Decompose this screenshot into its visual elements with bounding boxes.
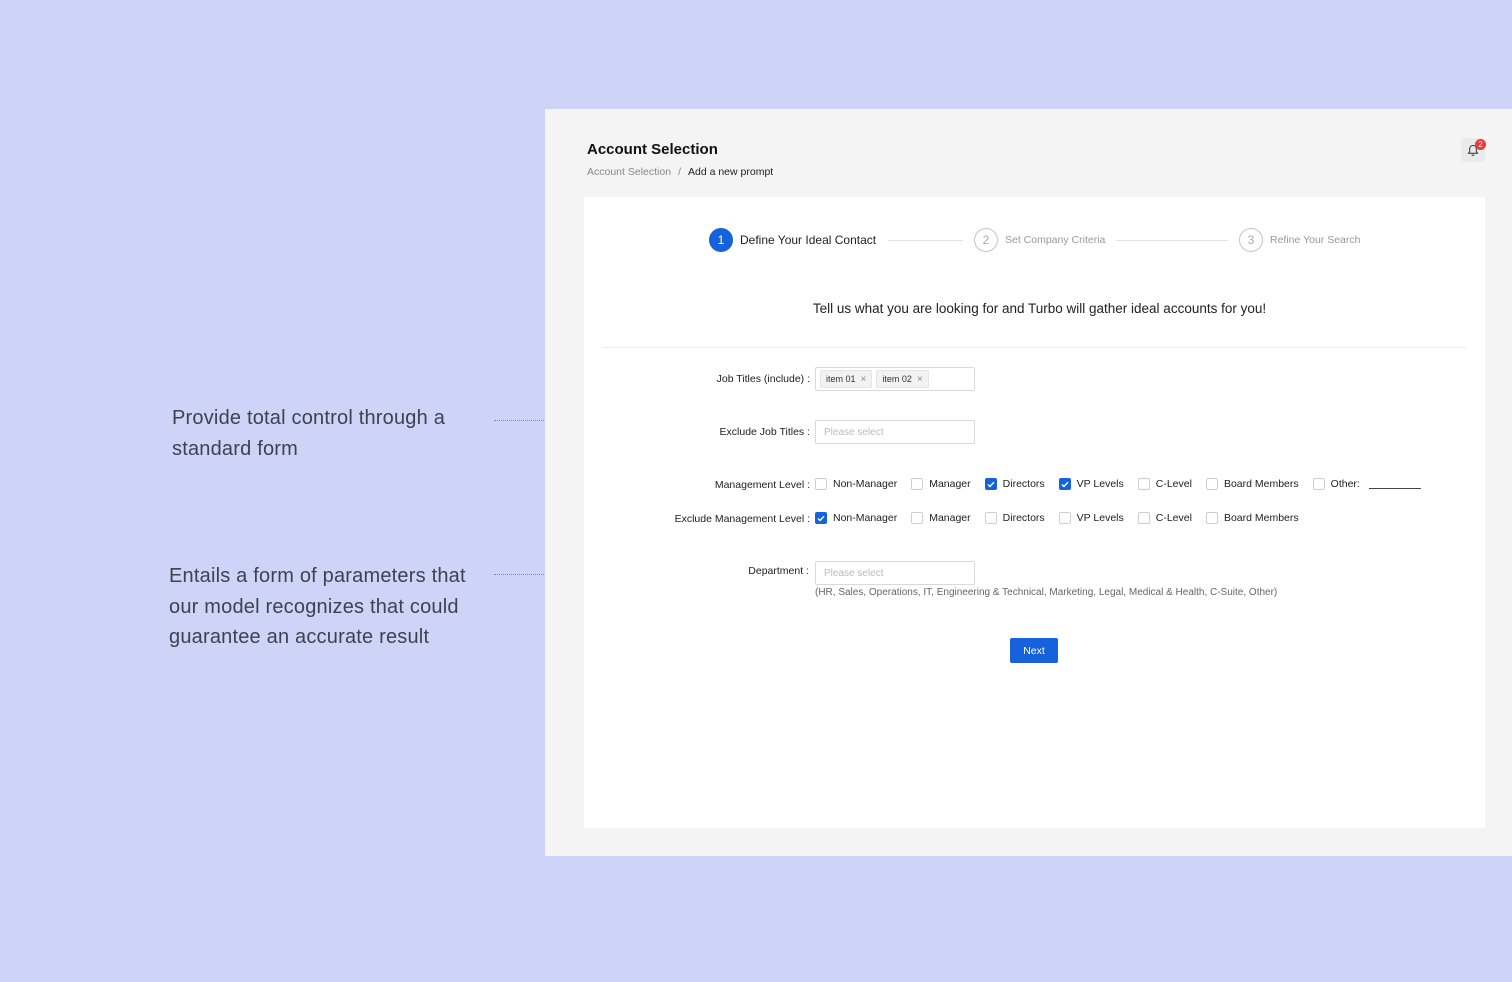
step-label: Set Company Criteria — [1005, 234, 1106, 246]
checkbox-label: VP Levels — [1076, 478, 1124, 490]
remove-tag-icon[interactable]: × — [861, 374, 867, 385]
job-titles-label: Job Titles (include) : — [716, 373, 810, 385]
page-title: Account Selection — [587, 141, 718, 158]
exclude-job-titles-select[interactable]: Please select — [815, 420, 975, 444]
tag-label: item 02 — [882, 374, 912, 384]
checkbox-label: C-Level — [1155, 512, 1192, 524]
job-title-tag: item 01 × — [820, 370, 873, 388]
notification-count-badge: 2 — [1475, 139, 1486, 150]
remove-tag-icon[interactable]: × — [917, 374, 923, 385]
checkmark-icon — [1061, 481, 1069, 488]
next-button[interactable]: Next — [1010, 638, 1058, 663]
annotation-parameters: Entails a form of parameters that our mo… — [169, 565, 466, 648]
management-level-label: Management Level : — [714, 479, 810, 491]
checkbox-box[interactable] — [1312, 478, 1325, 490]
checkbox-directors[interactable]: Directors — [984, 478, 1045, 490]
checkbox-label: Manager — [929, 478, 971, 490]
checkbox-box[interactable] — [815, 512, 827, 524]
checkbox-box[interactable] — [1205, 512, 1218, 524]
notifications-button[interactable]: 2 — [1461, 138, 1486, 162]
annotation-form-control: Provide total control through a standard… — [172, 407, 446, 460]
breadcrumb-parent-link[interactable]: Account Selection — [587, 166, 671, 178]
exclude-management-level-options: Non-Manager Manager Directors VP Levels … — [815, 512, 1313, 524]
checkbox-box[interactable] — [1058, 478, 1071, 490]
checkbox-manager[interactable]: Manager — [911, 478, 971, 490]
checkmark-icon — [817, 515, 825, 522]
checkbox-label: Other: — [1330, 478, 1360, 490]
step-label: Refine Your Search — [1270, 234, 1361, 246]
breadcrumb-current: Add a new prompt — [687, 166, 774, 178]
management-level-options: Non-Manager Manager Directors VP Levels … — [815, 478, 1435, 490]
checkbox-vp-levels[interactable]: VP Levels — [1058, 512, 1124, 524]
checkbox-board-members[interactable]: Board Members — [1205, 478, 1299, 490]
step-number: 2 — [974, 228, 998, 252]
app-window: Account Selection Account Selection / Ad… — [545, 109, 1512, 856]
checkbox-label: Non-Manager — [833, 478, 898, 490]
step-label: Define Your Ideal Contact — [740, 233, 877, 247]
checkbox-label: Board Members — [1223, 512, 1299, 524]
job-title-tag: item 02 × — [876, 370, 929, 388]
checkbox-box[interactable] — [984, 512, 997, 524]
tag-label: item 01 — [826, 374, 856, 384]
checkbox-box[interactable] — [984, 478, 997, 490]
checkbox-c-level[interactable]: C-Level — [1137, 512, 1192, 524]
department-label: Department : — [748, 565, 809, 577]
checkmark-icon — [987, 481, 995, 488]
canvas: Provide total control through a standard… — [0, 0, 1512, 982]
checkbox-non-manager[interactable]: Non-Manager — [815, 478, 897, 490]
form-card: 1 Define Your Ideal Contact 2 Set Compan… — [584, 197, 1485, 828]
job-titles-input[interactable]: item 01 × item 02 × — [815, 367, 975, 391]
checkbox-label: Manager — [929, 512, 971, 524]
department-select[interactable]: Please select — [815, 561, 975, 585]
exclude-management-level-label: Exclude Management Level : — [674, 513, 810, 525]
checkbox-label: Directors — [1002, 512, 1045, 524]
checkbox-box[interactable] — [911, 512, 924, 524]
divider — [602, 347, 1467, 348]
step-company-criteria[interactable]: 2 Set Company Criteria — [974, 228, 1105, 252]
breadcrumb: Account Selection / Add a new prompt — [587, 166, 773, 178]
select-placeholder: Please select — [824, 426, 884, 438]
checkbox-label: Board Members — [1223, 478, 1299, 490]
checkbox-box[interactable] — [815, 478, 827, 490]
checkbox-box[interactable] — [911, 478, 924, 490]
other-text-input[interactable] — [1368, 480, 1421, 489]
step-define-contact[interactable]: 1 Define Your Ideal Contact — [709, 228, 876, 252]
checkbox-vp-levels[interactable]: VP Levels — [1058, 478, 1124, 490]
checkbox-label: Non-Manager — [833, 512, 898, 524]
checkbox-directors[interactable]: Directors — [984, 512, 1045, 524]
breadcrumb-separator: / — [678, 166, 681, 178]
checkbox-label: C-Level — [1155, 478, 1192, 490]
checkbox-board-members[interactable]: Board Members — [1205, 512, 1299, 524]
checkbox-other[interactable]: Other: — [1312, 478, 1421, 490]
checkbox-box[interactable] — [1137, 478, 1150, 490]
checkbox-box[interactable] — [1137, 512, 1150, 524]
checkbox-non-manager[interactable]: Non-Manager — [815, 512, 897, 524]
checkbox-c-level[interactable]: C-Level — [1137, 478, 1192, 490]
step-connector — [1116, 240, 1228, 241]
select-placeholder: Please select — [824, 567, 884, 579]
exclude-job-titles-label: Exclude Job Titles : — [719, 426, 810, 438]
checkbox-label: VP Levels — [1076, 512, 1124, 524]
department-hint: (HR, Sales, Operations, IT, Engineering … — [815, 587, 1278, 598]
step-number: 3 — [1239, 228, 1263, 252]
checkbox-label: Directors — [1002, 478, 1045, 490]
step-refine-search[interactable]: 3 Refine Your Search — [1239, 228, 1360, 252]
step-number: 1 — [709, 228, 733, 252]
tagline: Tell us what you are looking for and Tur… — [812, 301, 1267, 316]
checkbox-box[interactable] — [1058, 512, 1071, 524]
checkbox-manager[interactable]: Manager — [911, 512, 971, 524]
checkbox-box[interactable] — [1205, 478, 1218, 490]
step-connector — [888, 240, 963, 241]
